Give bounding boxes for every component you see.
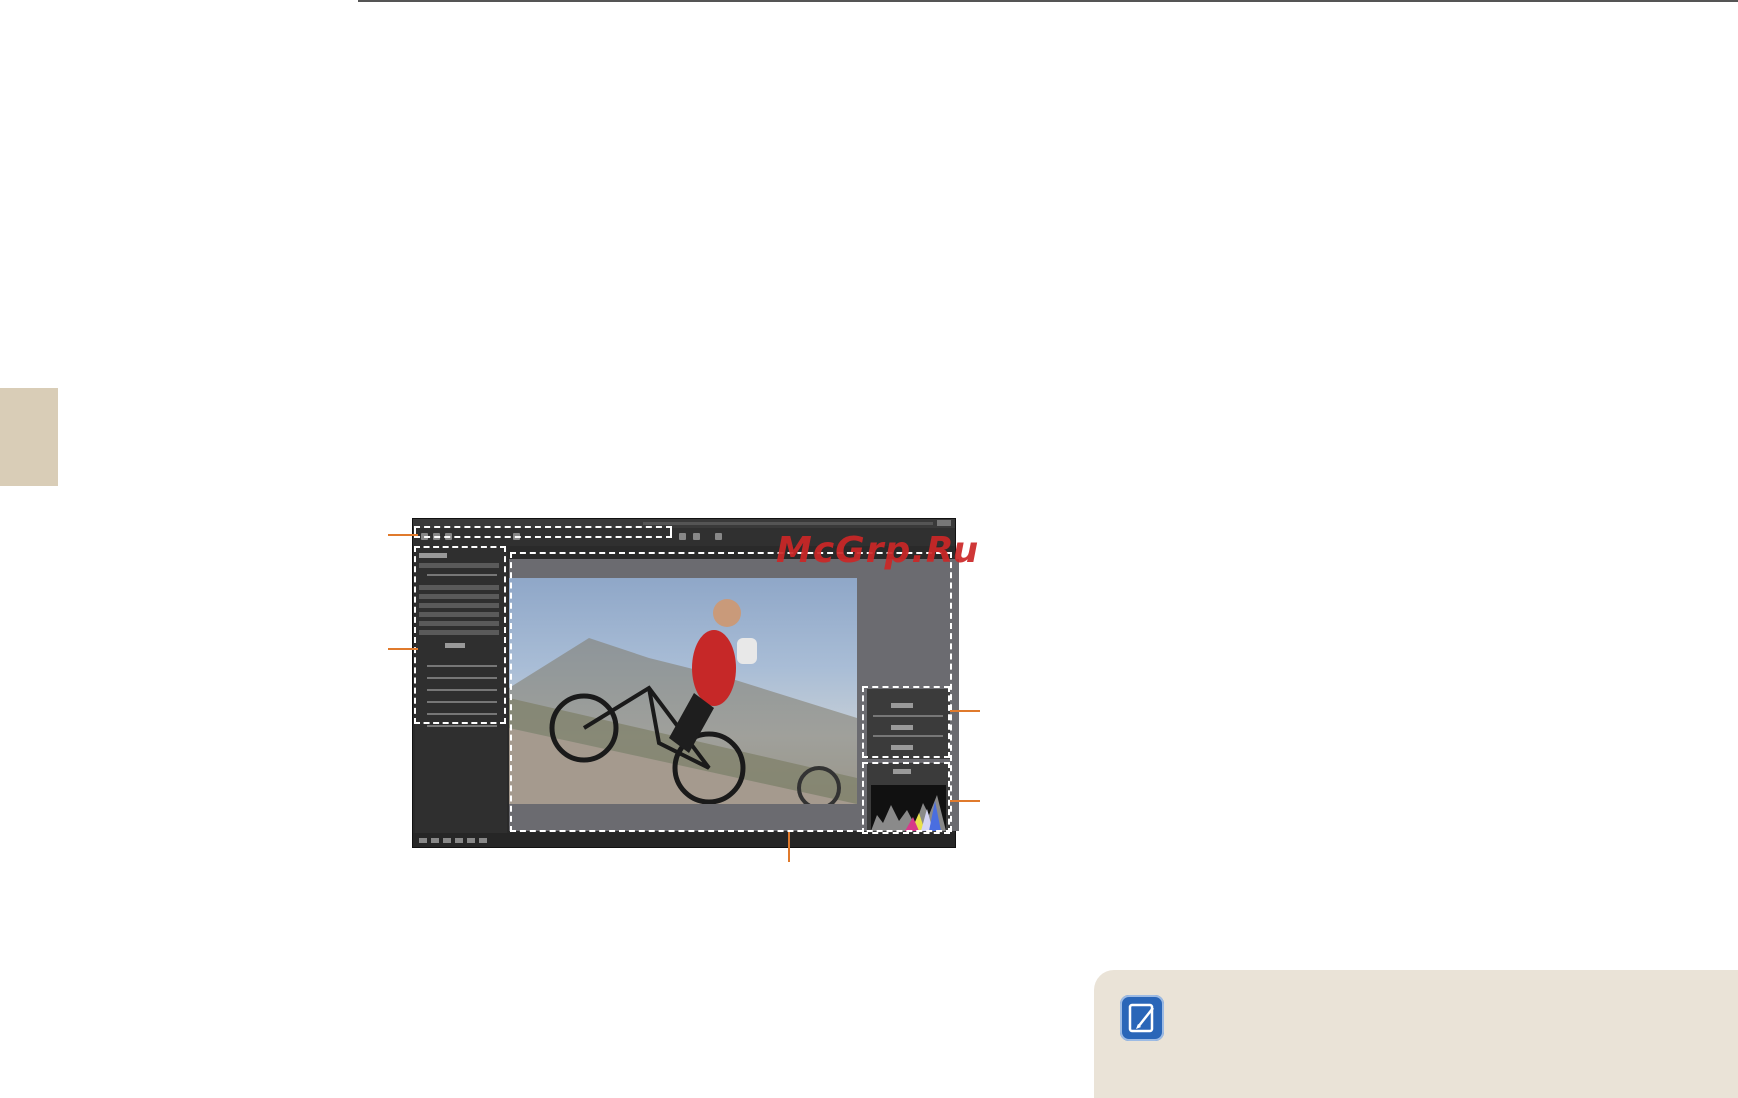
note-box <box>1094 970 1738 1098</box>
status-icon <box>467 838 475 843</box>
histogram-region-highlight <box>862 762 950 834</box>
note-pencil-icon <box>1120 995 1164 1041</box>
menu-region-highlight <box>414 526 672 538</box>
panel-slider <box>427 725 497 727</box>
window-controls <box>937 520 951 526</box>
callout-line <box>788 832 790 862</box>
status-icon <box>455 838 463 843</box>
status-icon <box>431 838 439 843</box>
status-icon <box>479 838 487 843</box>
tools-region-highlight <box>414 546 506 724</box>
callout-line <box>388 534 418 536</box>
callout-line <box>388 648 418 650</box>
callout-line <box>950 800 980 802</box>
app-status-bar <box>413 833 955 847</box>
watermark: McGrp.Ru <box>776 530 980 571</box>
top-rule <box>358 0 1738 2</box>
toolbar-icon <box>693 533 700 540</box>
chapter-side-tab <box>0 388 58 486</box>
note-pencil-drawing <box>1128 1003 1154 1033</box>
toolbar-icon <box>679 533 686 540</box>
toolbar-icon <box>715 533 722 540</box>
status-icon <box>419 838 427 843</box>
title-bar-fill <box>643 522 933 525</box>
status-icon <box>443 838 451 843</box>
adjust-region-highlight <box>862 686 950 758</box>
callout-line <box>950 710 980 712</box>
